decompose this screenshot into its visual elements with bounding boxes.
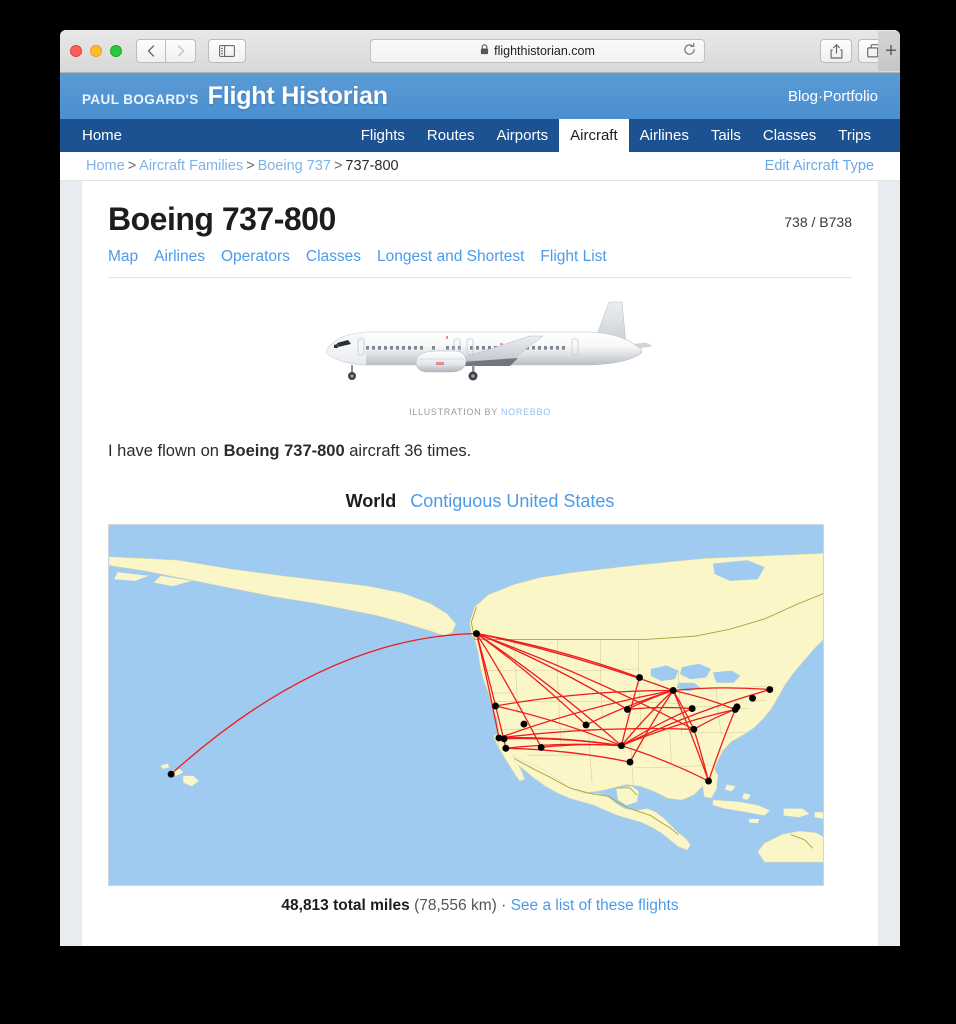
map-tab-contiguous-united-states[interactable]: Contiguous United States [410, 491, 614, 511]
header-link-blog[interactable]: Blog [788, 88, 818, 105]
close-window-button[interactable] [70, 45, 82, 57]
statistics-separator: · [501, 897, 507, 914]
airport-marker[interactable] [167, 770, 175, 778]
edit-aircraft-type-link[interactable]: Edit Aircraft Type [765, 158, 874, 174]
site-brand[interactable]: PAUL BOGARD'S Flight Historian [82, 82, 388, 111]
forward-button[interactable] [166, 39, 196, 63]
breadcrumb-item-current: 737-800 [345, 158, 399, 174]
toolbar-right-buttons: + [820, 31, 900, 71]
breadcrumb-separator: > [333, 158, 343, 174]
chevron-right-icon [177, 45, 184, 57]
route-map-svg [109, 549, 823, 863]
total-kilometers: (78,556 km) [414, 897, 497, 914]
see-flights-link[interactable]: See a list of these flights [511, 897, 679, 914]
back-button[interactable] [136, 39, 166, 63]
section-link-operators[interactable]: Operators [221, 248, 290, 266]
nav-item-trips[interactable]: Trips [827, 119, 882, 152]
airport-marker[interactable] [617, 742, 625, 750]
flown-suffix: aircraft 36 times. [349, 442, 472, 460]
airport-marker[interactable] [626, 758, 634, 766]
breadcrumb-item-home[interactable]: Home [86, 158, 125, 174]
page-content: Boeing 737-800 738 / B738 Map Airlines O… [82, 181, 878, 946]
airport-marker[interactable] [624, 706, 631, 713]
nav-item-flights[interactable]: Flights [350, 119, 416, 152]
maximize-window-button[interactable] [110, 45, 122, 57]
airport-marker[interactable] [502, 744, 510, 752]
airport-marker[interactable] [688, 705, 696, 713]
reload-icon[interactable] [683, 42, 696, 59]
site-header: PAUL BOGARD'S Flight Historian Blog·Port… [60, 73, 900, 119]
address-bar-text: flighthistorian.com [494, 44, 595, 58]
airport-marker[interactable] [492, 702, 499, 710]
aircraft-illustration [108, 278, 852, 401]
brand-name: Flight Historian [207, 81, 388, 110]
chevron-left-icon [147, 45, 155, 57]
share-icon [830, 43, 842, 59]
map-tabs: World Contiguous United States [108, 491, 852, 512]
sidebar-toggle-button[interactable] [208, 39, 246, 63]
airport-marker[interactable] [473, 630, 480, 637]
nav-item-tails[interactable]: Tails [700, 119, 752, 152]
brand-prefix: PAUL BOGARD'S [82, 91, 199, 107]
flown-aircraft-name: Boeing 737-800 [223, 442, 345, 460]
breadcrumb-row: Home > Aircraft Families > Boeing 737 >737-80… [60, 152, 900, 181]
section-links: Map Airlines Operators Classes Longest a… [108, 238, 852, 278]
nav-items: Flights Routes Airports Aircraft Airline… [350, 119, 900, 152]
web-page: PAUL BOGARD'S Flight Historian Blog·Port… [60, 73, 900, 946]
flown-prefix: I have flown on [108, 442, 219, 460]
illustration-credit-link[interactable]: NOREBBO [501, 407, 551, 417]
airport-marker[interactable] [500, 735, 508, 743]
header-links: Blog·Portfolio [788, 88, 878, 105]
browser-toolbar: flighthistorian.com + [60, 30, 900, 73]
section-link-map[interactable]: Map [108, 248, 138, 266]
nav-item-aircraft[interactable]: Aircraft [559, 119, 629, 152]
breadcrumb-item-boeing-737[interactable]: Boeing 737 [258, 158, 331, 174]
breadcrumb: Home > Aircraft Families > Boeing 737 >737-80… [86, 158, 399, 174]
section-link-classes[interactable]: Classes [306, 248, 361, 266]
boeing-737-800-side-view-icon [325, 301, 653, 381]
airport-marker[interactable] [705, 777, 712, 785]
aircraft-codes: 738 / B738 [784, 214, 852, 230]
section-link-longest-and-shortest[interactable]: Longest and Shortest [377, 248, 524, 266]
map-tab-world[interactable]: World [346, 491, 397, 511]
total-miles: 48,813 total miles [281, 897, 410, 914]
nav-item-airlines[interactable]: Airlines [629, 119, 700, 152]
address-bar[interactable]: flighthistorian.com [370, 39, 705, 63]
navigation-buttons [136, 39, 196, 63]
minimize-window-button[interactable] [90, 45, 102, 57]
airport-marker[interactable] [582, 721, 590, 729]
new-tab-button[interactable]: + [878, 31, 900, 71]
window-controls [70, 45, 122, 57]
airport-marker[interactable] [766, 686, 774, 694]
flight-route-map[interactable] [108, 524, 824, 886]
flown-summary: I have flown on Boeing 737-800 aircraft … [108, 442, 852, 461]
illustration-credit: ILLUSTRATION BY NOREBBO [108, 407, 852, 417]
airport-marker[interactable] [749, 694, 756, 702]
airport-marker[interactable] [537, 743, 545, 751]
breadcrumb-separator: > [127, 158, 137, 174]
lock-icon [480, 44, 489, 58]
nav-item-routes[interactable]: Routes [416, 119, 486, 152]
header-link-portfolio[interactable]: Portfolio [823, 88, 878, 105]
main-navigation: Home Flights Routes Airports Aircraft Ai… [60, 119, 900, 152]
section-link-airlines[interactable]: Airlines [154, 248, 205, 266]
airport-marker[interactable] [520, 720, 528, 728]
breadcrumb-item-aircraft-families[interactable]: Aircraft Families [139, 158, 243, 174]
page-title-row: Boeing 737-800 738 / B738 [108, 181, 852, 238]
airport-marker[interactable] [669, 687, 677, 694]
airport-marker[interactable] [733, 703, 741, 711]
sidebar-toggle-icon [219, 45, 235, 57]
nav-item-home[interactable]: Home [60, 119, 144, 152]
share-button[interactable] [820, 39, 852, 63]
section-link-flight-list[interactable]: Flight List [540, 248, 606, 266]
page-title: Boeing 737-800 [108, 201, 336, 237]
illustration-credit-prefix: ILLUSTRATION BY [409, 407, 498, 417]
airport-marker[interactable] [636, 674, 643, 681]
breadcrumb-separator: > [246, 158, 255, 174]
nav-item-classes[interactable]: Classes [752, 119, 827, 152]
airport-marker[interactable] [690, 725, 698, 733]
nav-item-airports[interactable]: Airports [485, 119, 559, 152]
browser-window: flighthistorian.com + PAUL BOGARD'S Flig… [60, 30, 900, 946]
map-statistics: 48,813 total miles (78,556 km) · See a l… [108, 897, 852, 915]
